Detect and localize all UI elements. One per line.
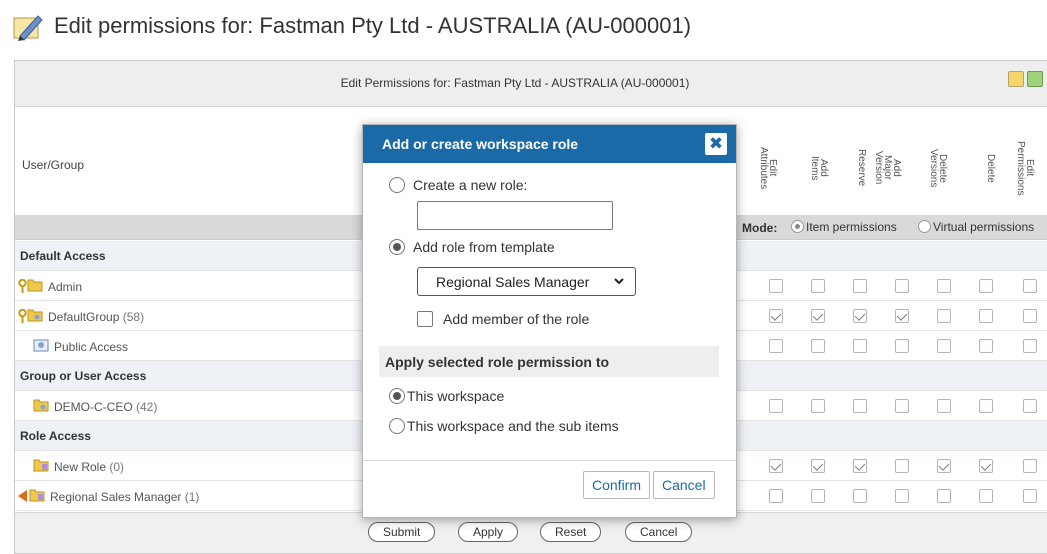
permission-checkbox[interactable]	[1023, 399, 1037, 413]
permission-checkbox[interactable]	[769, 459, 783, 473]
permission-checkbox[interactable]	[937, 489, 951, 503]
permission-checkbox[interactable]	[853, 339, 867, 353]
col-reserve: Reserve	[856, 149, 867, 187]
permission-checkbox[interactable]	[811, 339, 825, 353]
permission-checkbox[interactable]	[979, 279, 993, 293]
user-group-header: User/Group	[22, 158, 85, 172]
permission-checkbox[interactable]	[769, 489, 783, 503]
permission-checkbox[interactable]	[895, 399, 909, 413]
group-icon	[33, 399, 49, 412]
chevron-down-icon	[614, 278, 624, 285]
key-icon	[18, 309, 27, 323]
permission-checkbox[interactable]	[769, 399, 783, 413]
col-delete: Delete	[985, 153, 996, 183]
apply-workspace-and-sub-items-radio[interactable]: This workspace and the sub items	[389, 418, 619, 434]
public-access-icon	[33, 339, 49, 352]
permission-checkbox[interactable]	[1023, 459, 1037, 473]
edit-pencil-icon	[13, 15, 43, 41]
permission-checkbox[interactable]	[979, 309, 993, 323]
role-icon	[33, 459, 49, 472]
dialog-divider	[363, 460, 736, 461]
apply-button[interactable]: Apply	[458, 522, 519, 542]
export-icon[interactable]	[1027, 71, 1043, 87]
row-name: DefaultGroup (58)	[48, 310, 145, 324]
panel-title-bar: Edit Permissions for: Fastman Pty Ltd - …	[15, 61, 1047, 107]
permission-checkbox[interactable]	[1023, 339, 1037, 353]
template-select[interactable]: Regional Sales Manager	[417, 267, 636, 296]
row-name: New Role (0)	[54, 460, 125, 474]
permission-checkbox[interactable]	[937, 279, 951, 293]
permission-checkbox[interactable]	[895, 339, 909, 353]
permission-checkbox[interactable]	[811, 279, 825, 293]
add-member-checkbox[interactable]: Add member of the role	[417, 311, 589, 327]
close-icon[interactable]: ✖	[705, 133, 727, 155]
page-header: Edit permissions for: Fastman Pty Ltd - …	[0, 0, 1047, 52]
permission-checkbox[interactable]	[937, 339, 951, 353]
permission-checkbox[interactable]	[937, 399, 951, 413]
dialog-cancel-button[interactable]: Cancel	[653, 471, 715, 499]
permission-checkbox[interactable]	[979, 489, 993, 503]
mode-label: Mode:	[742, 221, 778, 235]
col-edit-attributes: Edit Attributes	[758, 146, 778, 190]
permission-checkbox[interactable]	[895, 489, 909, 503]
group-icon	[27, 279, 43, 292]
add-role-from-template-radio[interactable]: Add role from template	[389, 239, 555, 255]
permission-checkbox[interactable]	[811, 489, 825, 503]
permission-checkbox[interactable]	[937, 459, 951, 473]
flag-icon	[18, 490, 27, 502]
permission-checkbox[interactable]	[853, 279, 867, 293]
mode-virtual-permissions-radio[interactable]: Virtual permissions	[918, 220, 1034, 234]
row-name: Admin	[48, 280, 83, 294]
mode-item-permissions-radio[interactable]: Item permissions	[791, 220, 897, 234]
role-icon	[29, 489, 45, 502]
create-new-role-radio[interactable]: Create a new role:	[389, 177, 527, 193]
permission-checkbox[interactable]	[1023, 309, 1037, 323]
permission-checkbox[interactable]	[979, 459, 993, 473]
panel-title: Edit Permissions for: Fastman Pty Ltd - …	[340, 76, 690, 90]
col-add-items: Add Items	[809, 155, 829, 181]
apply-this-workspace-radio[interactable]: This workspace	[389, 388, 504, 404]
row-name: Regional Sales Manager (1)	[50, 490, 200, 504]
permission-checkbox[interactable]	[811, 459, 825, 473]
col-edit-permissions: Edit Permissions	[1015, 140, 1035, 196]
permission-checkbox[interactable]	[811, 399, 825, 413]
permission-checkbox[interactable]	[895, 279, 909, 293]
cancel-button[interactable]: Cancel	[625, 522, 693, 542]
lock-icon[interactable]	[1008, 71, 1024, 87]
new-role-input[interactable]	[417, 201, 613, 230]
submit-button[interactable]: Submit	[368, 522, 436, 542]
permission-checkbox[interactable]	[979, 399, 993, 413]
dialog-title-bar: Add or create workspace role ✖	[363, 125, 736, 163]
permission-checkbox[interactable]	[769, 279, 783, 293]
permission-checkbox[interactable]	[979, 339, 993, 353]
add-role-dialog: Add or create workspace role ✖ Create a …	[362, 124, 737, 518]
permission-checkbox[interactable]	[895, 459, 909, 473]
permission-checkbox[interactable]	[769, 339, 783, 353]
row-name: Public Access	[54, 340, 129, 354]
permission-checkbox[interactable]	[853, 399, 867, 413]
apply-section-header: Apply selected role permission to	[379, 346, 719, 377]
row-name: DEMO-C-CEO (42)	[54, 400, 158, 414]
permission-checkbox[interactable]	[1023, 489, 1037, 503]
page-title: Edit permissions for: Fastman Pty Ltd - …	[54, 13, 692, 38]
permission-checkbox[interactable]	[937, 309, 951, 323]
permission-checkbox[interactable]	[895, 309, 909, 323]
key-icon	[18, 279, 27, 293]
permission-checkbox[interactable]	[853, 489, 867, 503]
dialog-title: Add or create workspace role	[382, 136, 579, 152]
reset-button[interactable]: Reset	[540, 522, 602, 542]
permission-checkbox[interactable]	[853, 309, 867, 323]
footer-bar: Submit Apply Reset Cancel	[15, 512, 1047, 553]
permission-checkbox[interactable]	[853, 459, 867, 473]
permission-checkbox[interactable]	[811, 309, 825, 323]
col-add-major-version: Add Major Version	[873, 151, 902, 185]
confirm-button[interactable]: Confirm	[583, 471, 651, 499]
group-icon	[27, 309, 43, 322]
permission-checkbox[interactable]	[1023, 279, 1037, 293]
permission-checkbox[interactable]	[769, 309, 783, 323]
col-delete-versions: Delete Versions	[928, 148, 948, 188]
